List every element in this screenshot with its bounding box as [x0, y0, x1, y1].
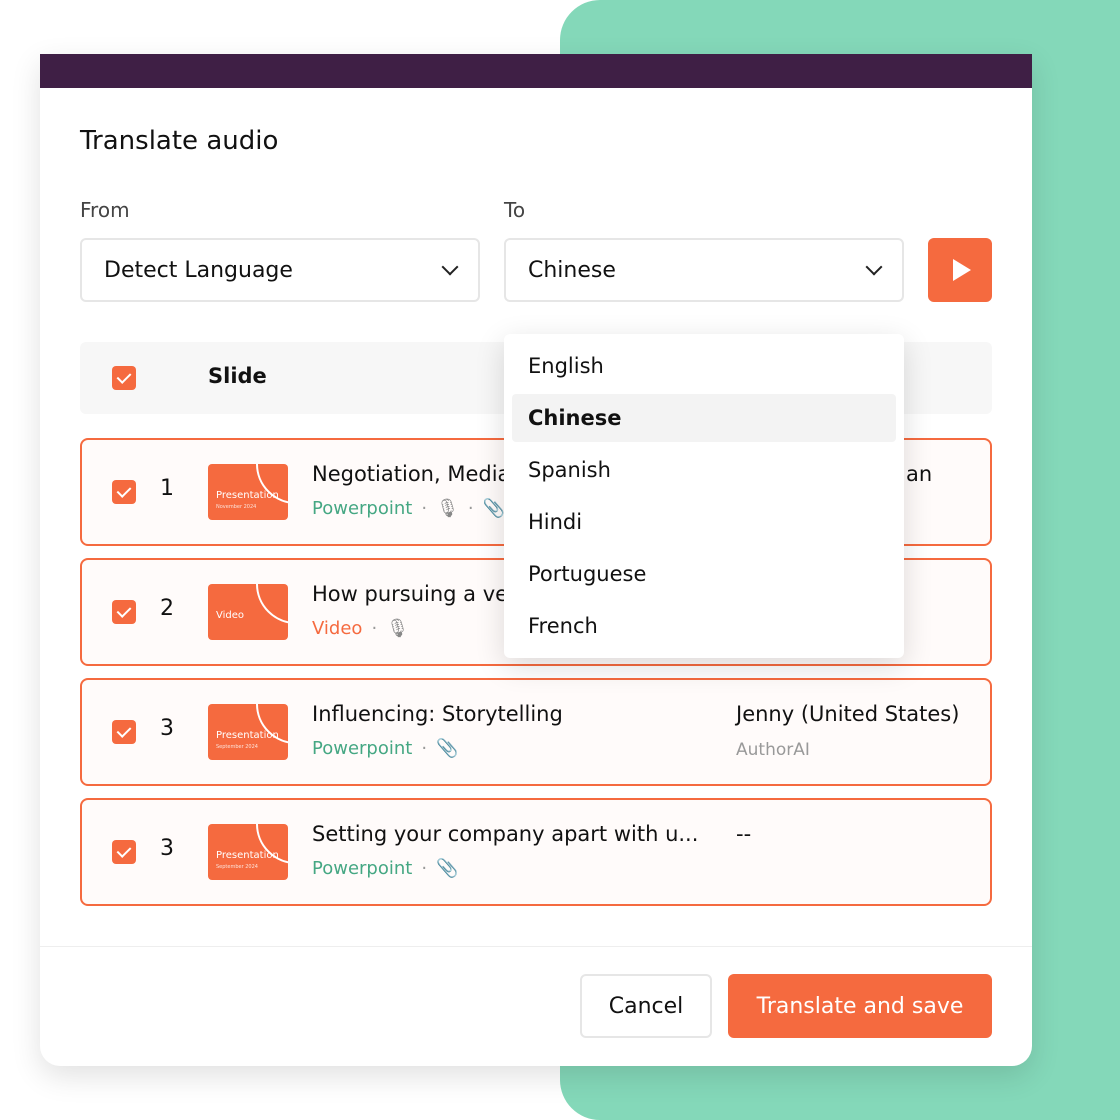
slide-column-header: Slide: [208, 364, 267, 388]
microphone-icon: 🎙: [436, 498, 459, 519]
thumb-subtitle: September 2024: [216, 744, 258, 750]
type-label: Powerpoint: [312, 858, 413, 879]
from-value: Detect Language: [104, 257, 293, 283]
language-option[interactable]: French: [512, 602, 896, 650]
slide-meta: Powerpoint · 📎: [312, 858, 458, 879]
voice-source: AuthorAI: [736, 740, 810, 760]
dialog-title: Translate audio: [80, 126, 279, 156]
microphone-icon: 🎙: [386, 618, 410, 639]
slide-title: How pursuing a ve: [312, 582, 509, 606]
slide-number: 2: [160, 596, 174, 621]
slide-number: 3: [160, 836, 174, 861]
slide-title: Influencing: Storytelling: [312, 702, 563, 726]
chevron-down-icon: [865, 258, 883, 276]
language-option[interactable]: Spanish: [512, 446, 896, 494]
separator-dot: ·: [371, 618, 378, 639]
voice-name: Jenny (United States): [736, 702, 960, 726]
slide-title: Negotiation, Media: [312, 462, 511, 486]
language-option[interactable]: English: [512, 342, 896, 390]
paperclip-icon: 📎: [482, 498, 506, 519]
slide-title: Setting your company apart with u...: [312, 822, 699, 846]
footer-divider: [40, 946, 1032, 947]
slide-meta: Powerpoint · 🎙 · 📎: [312, 498, 505, 519]
translate-and-save-button[interactable]: Translate and save: [728, 974, 992, 1038]
paperclip-icon: 📎: [436, 858, 459, 879]
type-label: Powerpoint: [312, 738, 413, 759]
thumb-title: Presentation: [216, 730, 279, 741]
thumb-subtitle: September 2024: [216, 864, 258, 870]
slide-number: 1: [160, 476, 174, 501]
row-checkbox[interactable]: [112, 600, 136, 624]
thumb-title: Video: [216, 610, 245, 621]
separator-dot: ·: [421, 858, 428, 879]
table-row[interactable]: 3 Presentation September 2024 Setting you…: [80, 798, 992, 906]
play-button[interactable]: [928, 238, 992, 302]
row-checkbox[interactable]: [112, 480, 136, 504]
select-all-checkbox[interactable]: [112, 366, 136, 390]
from-label: From: [80, 198, 130, 222]
slide-meta: Video · 🎙: [312, 618, 409, 639]
separator-dot: ·: [467, 498, 474, 519]
voice-name: an: [906, 462, 933, 486]
to-value: Chinese: [528, 257, 616, 283]
slide-thumbnail: Presentation September 2024: [208, 704, 288, 760]
dialog-topbar: [40, 54, 1032, 88]
thumb-subtitle: November 2024: [216, 504, 257, 510]
type-label: Video: [312, 618, 363, 639]
separator-dot: ·: [421, 498, 428, 519]
from-select[interactable]: Detect Language: [80, 238, 480, 302]
slide-thumbnail: Presentation September 2024: [208, 824, 288, 880]
language-option[interactable]: Hindi: [512, 498, 896, 546]
row-checkbox[interactable]: [112, 840, 136, 864]
to-label: To: [504, 198, 526, 222]
thumb-title: Presentation: [216, 490, 279, 501]
separator-dot: ·: [421, 738, 428, 759]
row-checkbox[interactable]: [112, 720, 136, 744]
cancel-button[interactable]: Cancel: [580, 974, 712, 1038]
language-dropdown-menu: English Chinese Spanish Hindi Portuguese Fren…: [504, 334, 904, 658]
play-icon: [953, 259, 971, 281]
language-option[interactable]: Chinese: [512, 394, 896, 442]
table-row[interactable]: 3 Presentation September 2024 Influencing…: [80, 678, 992, 786]
thumb-title: Presentation: [216, 850, 279, 861]
chevron-down-icon: [441, 258, 459, 276]
paperclip-icon: 📎: [436, 738, 459, 759]
to-select[interactable]: Chinese: [504, 238, 904, 302]
slide-number: 3: [160, 716, 174, 741]
type-label: Powerpoint: [312, 498, 413, 519]
language-option[interactable]: Portuguese: [512, 550, 896, 598]
slide-thumbnail: Video: [208, 584, 288, 640]
voice-name: --: [736, 822, 752, 846]
slide-thumbnail: Presentation November 2024: [208, 464, 288, 520]
slide-meta: Powerpoint · 📎: [312, 738, 458, 759]
